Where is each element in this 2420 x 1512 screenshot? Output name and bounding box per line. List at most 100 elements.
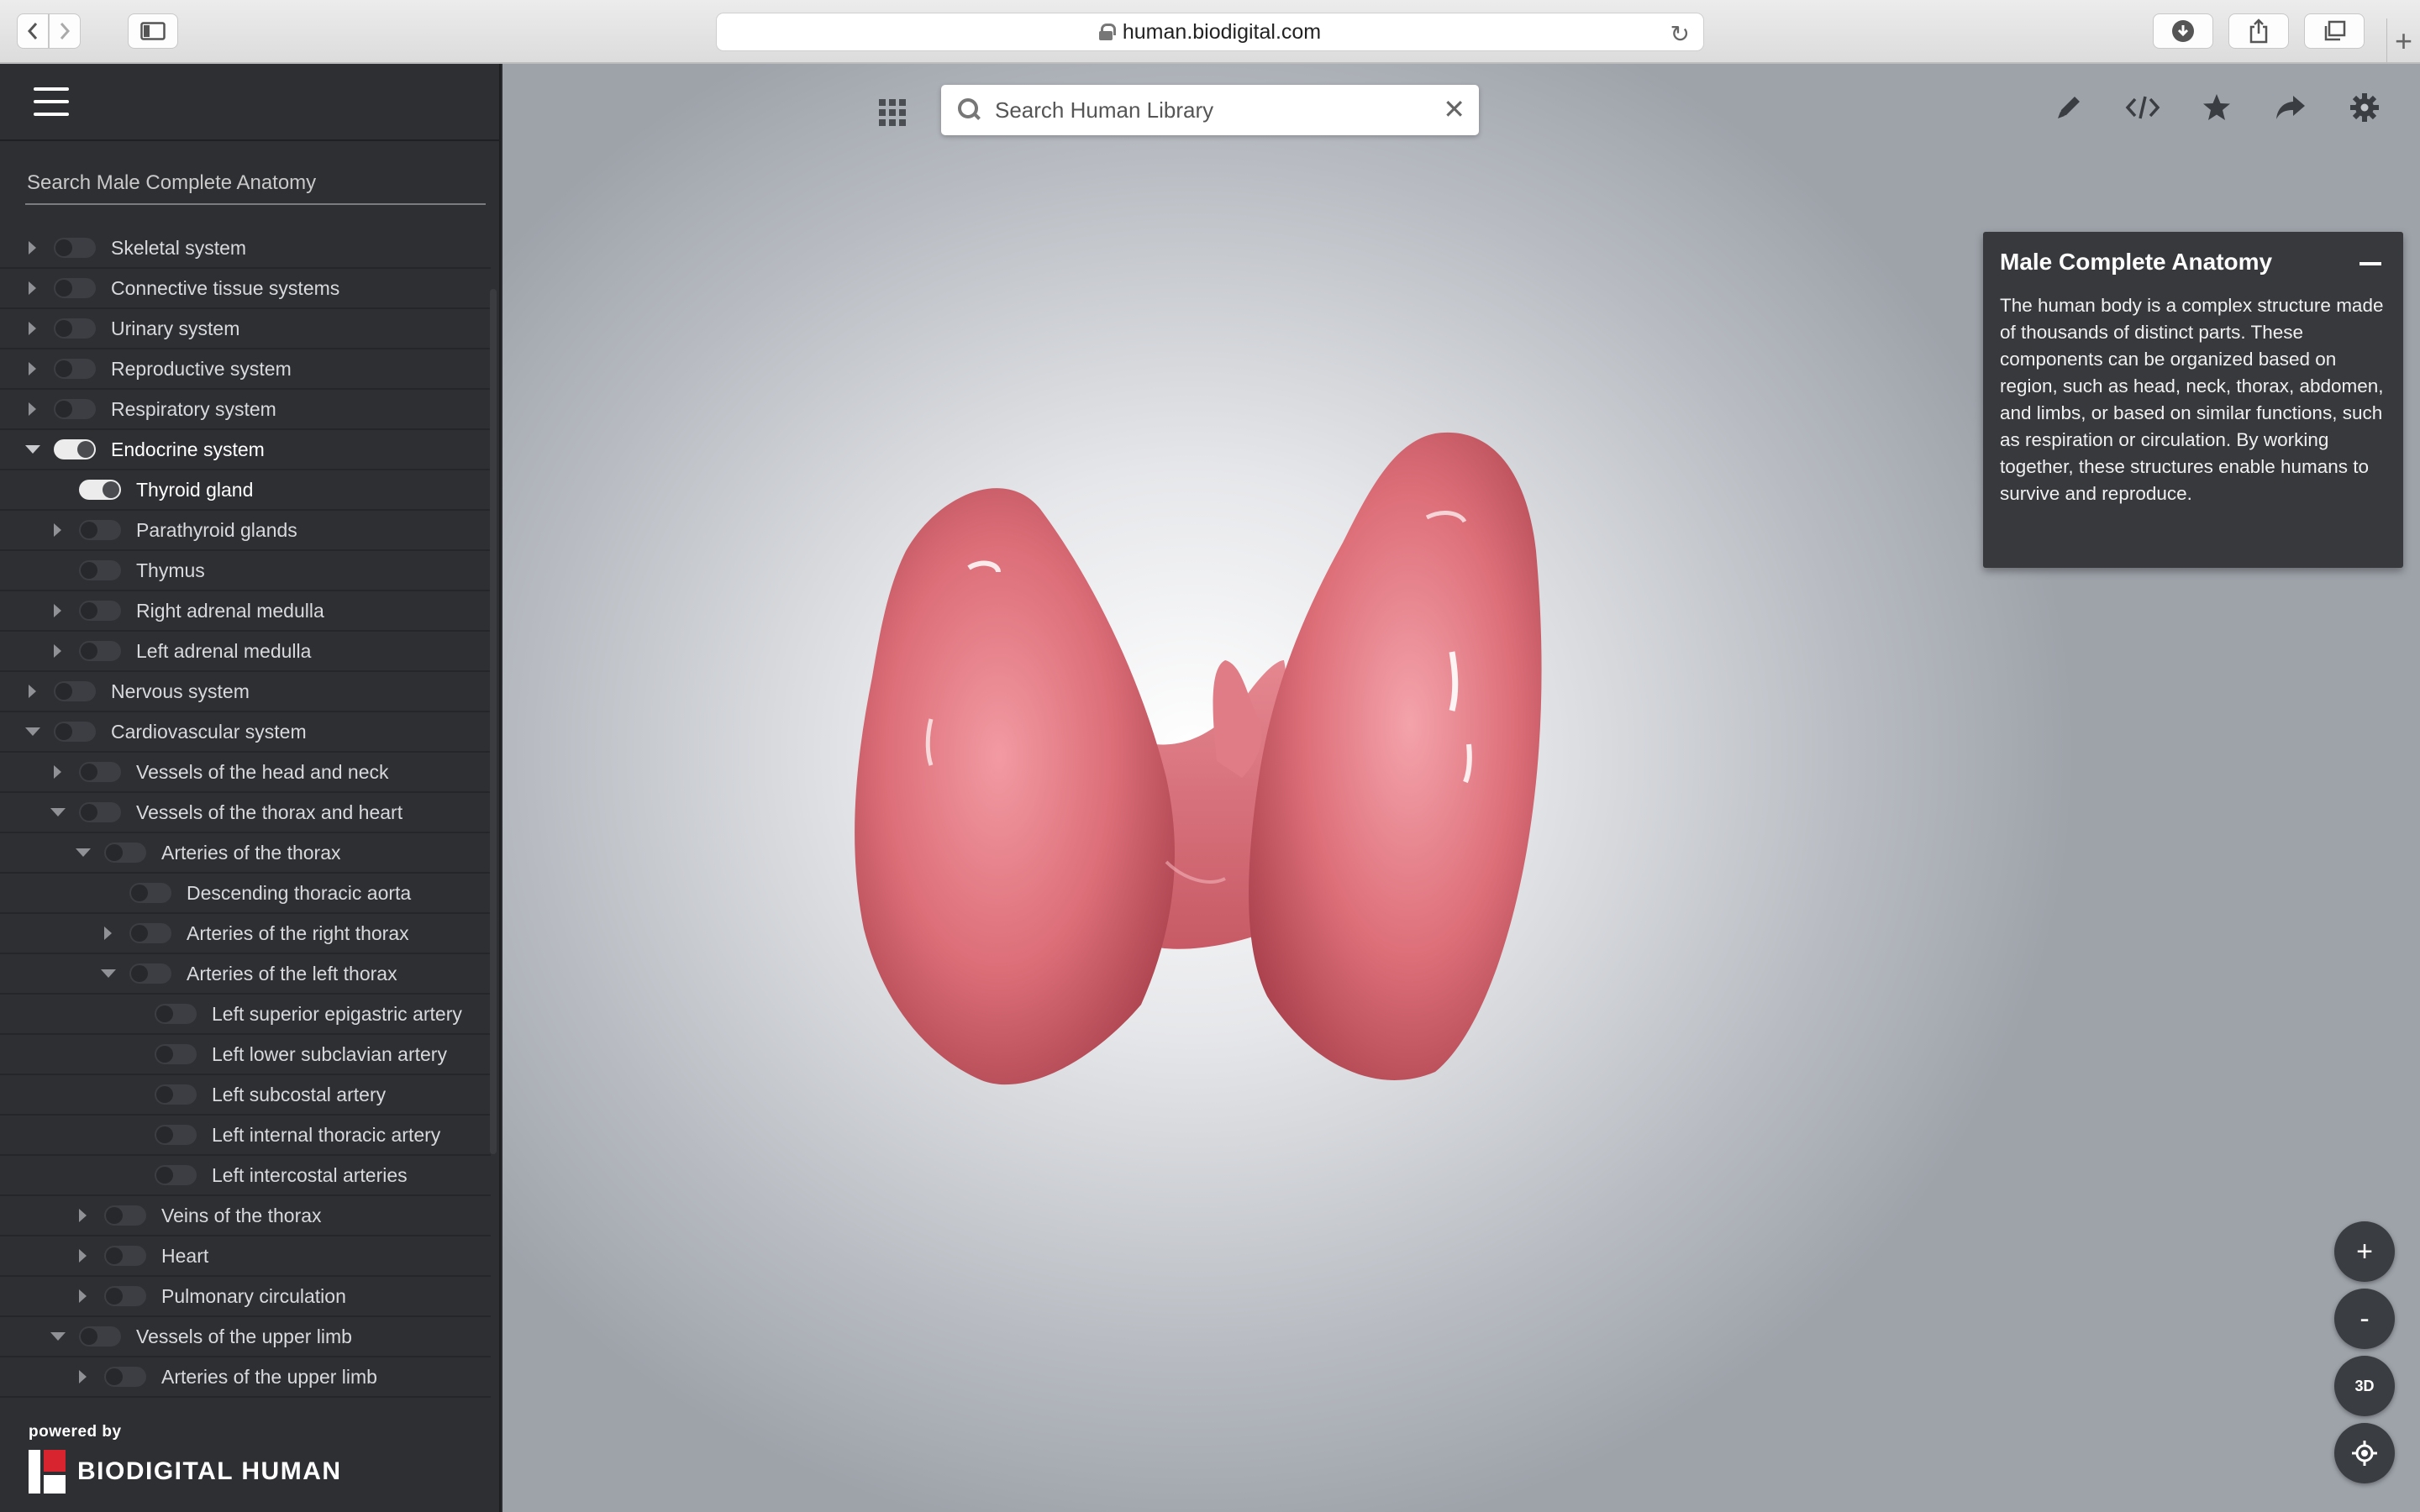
tree-item[interactable]: Thyroid gland [0, 470, 491, 511]
collapse-arrow-icon[interactable] [50, 803, 66, 822]
expand-arrow-icon[interactable] [77, 1368, 89, 1386]
menu-icon[interactable] [34, 87, 69, 116]
edit-button[interactable] [2050, 89, 2087, 126]
share-model-button[interactable] [2272, 89, 2309, 126]
tree-item[interactable]: Reproductive system [0, 349, 491, 390]
tree-item[interactable]: Veins of the thorax [0, 1196, 491, 1236]
embed-button[interactable] [2124, 89, 2161, 126]
visibility-toggle[interactable] [79, 520, 121, 540]
tree-item[interactable]: Left subcostal artery [0, 1075, 491, 1116]
tree-item[interactable]: Urinary system [0, 309, 491, 349]
reload-icon[interactable]: ↻ [1670, 20, 1690, 48]
expand-arrow-icon[interactable] [27, 682, 39, 701]
tree-item[interactable]: Arteries of the upper limb [0, 1357, 491, 1398]
sidebar-toggle-button[interactable] [128, 13, 178, 49]
tree-item[interactable]: Vessels of the head and neck [0, 753, 491, 793]
collapse-arrow-icon[interactable] [50, 1327, 66, 1346]
tree-item[interactable]: Arteries of the thorax [0, 833, 491, 874]
tree-item[interactable]: Left superior epigastric artery [0, 995, 491, 1035]
visibility-toggle[interactable] [79, 762, 121, 782]
3d-viewer[interactable]: ✕ [502, 64, 2420, 1512]
visibility-toggle[interactable] [155, 1165, 197, 1185]
tree-item[interactable]: Arteries of the left thorax [0, 954, 491, 995]
tree-item[interactable]: Vessels of the upper limb [0, 1317, 491, 1357]
visibility-toggle[interactable] [79, 802, 121, 822]
tree-item[interactable]: Parathyroid glands [0, 511, 491, 551]
tree-item[interactable]: Respiratory system [0, 390, 491, 430]
sidebar-scrollbar[interactable] [490, 289, 497, 1154]
visibility-toggle[interactable] [129, 963, 171, 984]
tree-item[interactable]: Skeletal system [0, 228, 491, 269]
visibility-toggle[interactable] [155, 1044, 197, 1064]
visibility-toggle[interactable] [54, 722, 96, 742]
clear-search-icon[interactable]: ✕ [1443, 93, 1465, 125]
collapse-arrow-icon[interactable] [101, 964, 116, 983]
visibility-toggle[interactable] [129, 923, 171, 943]
rotate-3d-button[interactable]: 3D [2334, 1356, 2395, 1416]
tree-item[interactable]: Connective tissue systems [0, 269, 491, 309]
visibility-toggle[interactable] [54, 278, 96, 298]
visibility-toggle[interactable] [79, 641, 121, 661]
expand-arrow-icon[interactable] [103, 924, 114, 942]
expand-arrow-icon[interactable] [77, 1287, 89, 1305]
tree-item[interactable]: Heart [0, 1236, 491, 1277]
expand-arrow-icon[interactable] [52, 521, 64, 539]
tree-item[interactable]: Pulmonary circulation [0, 1277, 491, 1317]
visibility-toggle[interactable] [54, 318, 96, 339]
expand-arrow-icon[interactable] [27, 279, 39, 297]
visibility-toggle[interactable] [79, 480, 121, 500]
zoom-out-button[interactable]: - [2334, 1289, 2395, 1349]
new-tab-button[interactable]: + [2386, 18, 2420, 64]
expand-arrow-icon[interactable] [52, 601, 64, 620]
tree-item[interactable]: Descending thoracic aorta [0, 874, 491, 914]
visibility-toggle[interactable] [54, 681, 96, 701]
collapse-arrow-icon[interactable] [25, 440, 40, 459]
favorite-button[interactable] [2198, 89, 2235, 126]
tree-item[interactable]: Left internal thoracic artery [0, 1116, 491, 1156]
tree-item[interactable]: Right adrenal medulla [0, 591, 491, 632]
visibility-toggle[interactable] [155, 1125, 197, 1145]
center-view-button[interactable] [2334, 1423, 2395, 1483]
expand-arrow-icon[interactable] [27, 239, 39, 257]
visibility-toggle[interactable] [79, 1326, 121, 1347]
visibility-toggle[interactable] [104, 843, 146, 863]
expand-arrow-icon[interactable] [52, 763, 64, 781]
anatomy-search-input[interactable] [25, 163, 486, 205]
expand-arrow-icon[interactable] [27, 400, 39, 418]
visibility-toggle[interactable] [155, 1004, 197, 1024]
visibility-toggle[interactable] [155, 1084, 197, 1105]
visibility-toggle[interactable] [79, 560, 121, 580]
tabs-overview-button[interactable] [2304, 13, 2365, 49]
visibility-toggle[interactable] [129, 883, 171, 903]
thyroid-gland-model[interactable] [788, 341, 1628, 1114]
visibility-toggle[interactable] [104, 1246, 146, 1266]
collapse-arrow-icon[interactable] [25, 722, 40, 741]
forward-button[interactable] [49, 13, 81, 49]
tree-item[interactable]: Left intercostal arteries [0, 1156, 491, 1196]
address-bar[interactable]: human.biodigital.com ↻ [716, 13, 1704, 51]
visibility-toggle[interactable] [104, 1205, 146, 1226]
tree-item[interactable]: Arteries of the right thorax [0, 914, 491, 954]
back-button[interactable] [17, 13, 49, 49]
apps-grid-icon[interactable] [879, 99, 906, 126]
tree-item[interactable]: Left lower subclavian artery [0, 1035, 491, 1075]
minimize-icon[interactable] [2360, 262, 2381, 265]
visibility-toggle[interactable] [104, 1367, 146, 1387]
visibility-toggle[interactable] [54, 238, 96, 258]
tree-item[interactable]: Vessels of the thorax and heart [0, 793, 491, 833]
expand-arrow-icon[interactable] [77, 1206, 89, 1225]
share-button[interactable] [2228, 13, 2289, 49]
tree-item[interactable]: Thymus [0, 551, 491, 591]
powered-by-logo[interactable]: powered by BIODIGITAL HUMAN [29, 1423, 342, 1494]
settings-button[interactable] [2346, 89, 2383, 126]
visibility-toggle[interactable] [54, 439, 96, 459]
tree-item[interactable]: Endocrine system [0, 430, 491, 470]
expand-arrow-icon[interactable] [52, 642, 64, 660]
collapse-arrow-icon[interactable] [76, 843, 91, 862]
library-search-input[interactable] [993, 96, 1430, 124]
expand-arrow-icon[interactable] [27, 360, 39, 378]
visibility-toggle[interactable] [54, 359, 96, 379]
zoom-in-button[interactable]: + [2334, 1221, 2395, 1282]
visibility-toggle[interactable] [79, 601, 121, 621]
tree-item[interactable]: Cardiovascular system [0, 712, 491, 753]
